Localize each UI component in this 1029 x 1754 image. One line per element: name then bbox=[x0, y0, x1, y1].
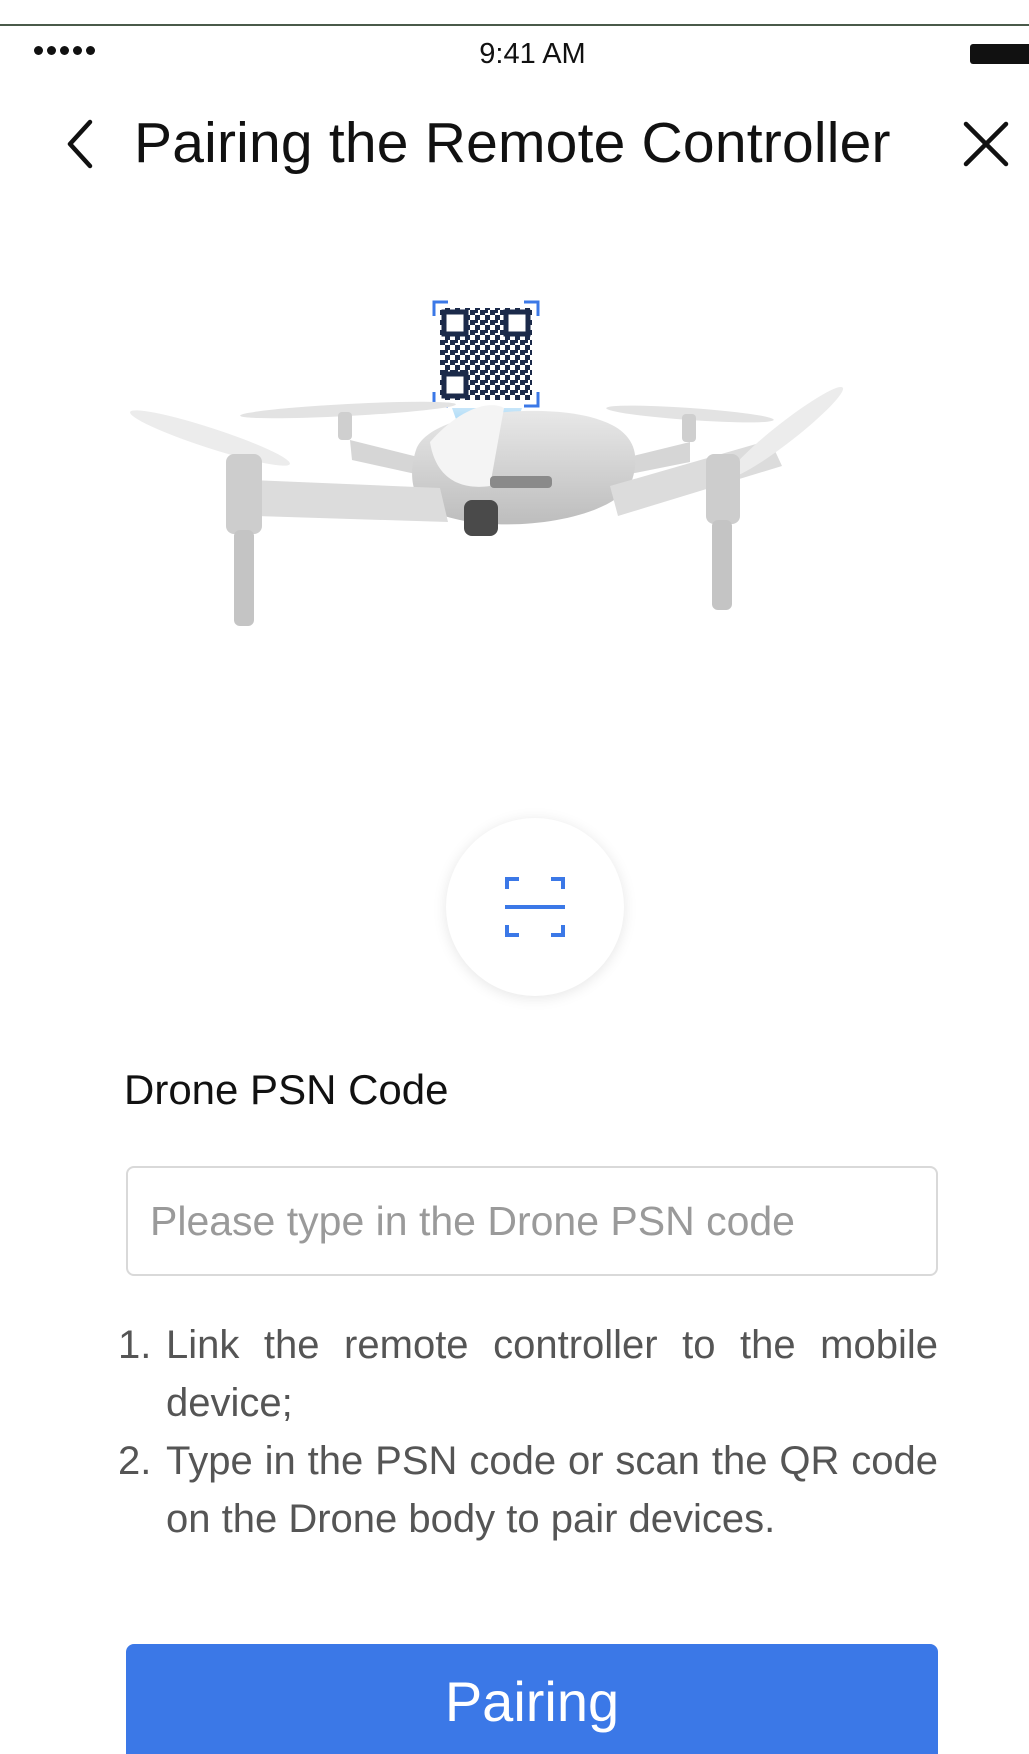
instructions-list: 1. Link the remote controller to the mob… bbox=[118, 1316, 938, 1548]
scan-qr-icon bbox=[505, 877, 565, 937]
drone-illustration bbox=[130, 290, 860, 730]
close-icon bbox=[963, 121, 1009, 167]
psn-code-label: Drone PSN Code bbox=[124, 1066, 449, 1113]
pairing-button[interactable]: Pairing bbox=[126, 1644, 938, 1754]
step-number: 1. bbox=[118, 1323, 152, 1367]
chevron-left-icon bbox=[67, 119, 93, 169]
psn-code-input[interactable] bbox=[126, 1166, 938, 1276]
step-text: Link the remote controller to the mobile… bbox=[166, 1323, 938, 1425]
close-button[interactable] bbox=[958, 116, 1014, 172]
status-time: 9:41 AM bbox=[479, 38, 586, 70]
scan-qr-button[interactable] bbox=[446, 818, 624, 996]
step-number: 2. bbox=[118, 1439, 152, 1483]
nav-bar: Pairing the Remote Controller bbox=[0, 96, 1029, 192]
battery-icon bbox=[970, 44, 1029, 64]
instruction-step-2: 2. Type in the PSN code or scan the QR c… bbox=[118, 1432, 938, 1548]
status-bar: 9:41 AM bbox=[0, 30, 1029, 78]
step-text: Type in the PSN code or scan the QR code… bbox=[166, 1439, 938, 1541]
qr-code-icon bbox=[432, 300, 540, 408]
instruction-step-1: 1. Link the remote controller to the mob… bbox=[118, 1316, 938, 1432]
back-button[interactable] bbox=[56, 114, 104, 174]
page-title: Pairing the Remote Controller bbox=[134, 111, 891, 175]
top-divider bbox=[0, 24, 1029, 26]
